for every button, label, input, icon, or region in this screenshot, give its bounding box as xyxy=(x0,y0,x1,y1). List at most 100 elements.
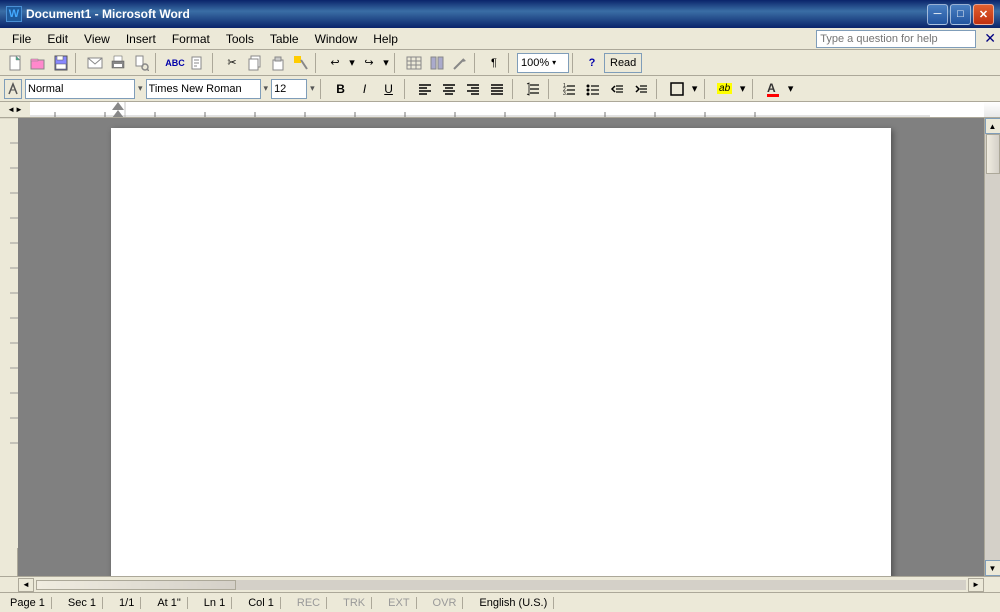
formatting-toolbar: Normal Heading 1 Heading 2 ▾ Times New R… xyxy=(0,76,1000,102)
fmt-sep-1 xyxy=(320,79,326,99)
align-right-button[interactable] xyxy=(462,78,484,100)
borders-button[interactable] xyxy=(666,78,688,100)
toolbar-separator xyxy=(75,53,81,73)
status-col: Col 1 xyxy=(242,597,281,609)
menu-table[interactable]: Table xyxy=(262,29,307,49)
paste-button[interactable] xyxy=(267,52,289,74)
window-controls: ─ □ ✕ xyxy=(927,4,994,25)
increase-indent-button[interactable] xyxy=(630,78,652,100)
ruler: ◄► xyxy=(0,102,1000,118)
bold-button[interactable]: B xyxy=(330,78,352,100)
fmt-sep-7 xyxy=(752,79,758,99)
status-section: Sec 1 xyxy=(62,597,103,609)
bullets-button[interactable] xyxy=(582,78,604,100)
document-area: ▲ ▼ xyxy=(0,118,1000,576)
help-close-button[interactable]: ✕ xyxy=(984,30,996,47)
scroll-track[interactable] xyxy=(985,134,1000,560)
font-size-select[interactable]: 12 10 14 16 xyxy=(271,79,307,99)
italic-button[interactable]: I xyxy=(354,78,376,100)
undo-dropdown-button[interactable]: ▾ xyxy=(347,52,357,74)
menu-file[interactable]: File xyxy=(4,29,39,49)
style-icon xyxy=(4,79,22,99)
help-search-input[interactable] xyxy=(816,30,976,48)
minimize-button[interactable]: ─ xyxy=(927,4,948,25)
horizontal-scrollbar[interactable]: ◄ ► xyxy=(18,577,984,592)
align-left-button[interactable] xyxy=(414,78,436,100)
print-button[interactable] xyxy=(107,52,129,74)
copy-button[interactable] xyxy=(244,52,266,74)
svg-text:A: A xyxy=(767,81,776,95)
fmt-sep-3 xyxy=(512,79,518,99)
menu-help[interactable]: Help xyxy=(365,29,406,49)
toolbar-separator-6 xyxy=(474,53,480,73)
hscroll-track[interactable] xyxy=(36,580,966,590)
open-button[interactable] xyxy=(27,52,49,74)
redo-dropdown-button[interactable]: ▾ xyxy=(381,52,391,74)
print-preview-button[interactable] xyxy=(130,52,152,74)
toolbar-separator-3 xyxy=(212,53,218,73)
highlight-dropdown-button[interactable]: ▾ xyxy=(738,78,748,100)
undo-button[interactable]: ↩ xyxy=(324,52,346,74)
scroll-thumb[interactable] xyxy=(986,134,1000,174)
columns-button[interactable] xyxy=(426,52,448,74)
borders-dropdown-button[interactable]: ▾ xyxy=(690,78,700,100)
menu-format[interactable]: Format xyxy=(164,29,218,49)
toolbar-separator-5 xyxy=(394,53,400,73)
highlight-button[interactable]: ab xyxy=(714,78,736,100)
numbering-button[interactable]: 1.2.3. xyxy=(558,78,580,100)
scroll-down-button[interactable]: ▼ xyxy=(985,560,1000,576)
save-button[interactable] xyxy=(50,52,72,74)
line-spacing-button[interactable] xyxy=(522,78,544,100)
email-button[interactable] xyxy=(84,52,106,74)
app-icon: W xyxy=(6,6,22,22)
new-button[interactable] xyxy=(4,52,26,74)
format-painter-button[interactable] xyxy=(290,52,312,74)
hscroll-right-corner xyxy=(984,577,1000,592)
vertical-scrollbar[interactable]: ▲ ▼ xyxy=(984,118,1000,576)
menu-bar: File Edit View Insert Format Tools Table… xyxy=(0,28,1000,50)
read-button[interactable]: Read xyxy=(604,53,642,73)
status-ovr: OVR xyxy=(427,597,464,609)
menu-window[interactable]: Window xyxy=(307,29,366,49)
vertical-ruler xyxy=(0,118,18,576)
status-ext: EXT xyxy=(382,597,416,609)
hscroll-thumb[interactable] xyxy=(36,580,236,590)
fmt-sep-5 xyxy=(656,79,662,99)
drawing-toolbar-button[interactable] xyxy=(449,52,471,74)
font-color-dropdown-button[interactable]: ▾ xyxy=(786,78,796,100)
decrease-indent-button[interactable] xyxy=(606,78,628,100)
show-hide-button[interactable]: ¶ xyxy=(483,52,505,74)
font-select[interactable]: Times New Roman Arial Calibri xyxy=(146,79,261,99)
document-page[interactable] xyxy=(111,128,891,576)
help-button[interactable]: ? xyxy=(581,52,603,74)
toolbar-separator-4 xyxy=(315,53,321,73)
justify-button[interactable] xyxy=(486,78,508,100)
menu-edit[interactable]: Edit xyxy=(39,29,76,49)
paragraph-style-select[interactable]: Normal Heading 1 Heading 2 xyxy=(25,79,135,99)
research-button[interactable] xyxy=(187,52,209,74)
page-container xyxy=(18,118,984,576)
maximize-button[interactable]: □ xyxy=(950,4,971,25)
ruler-left-margin: ◄► xyxy=(0,102,30,117)
standard-toolbar: ABC ✂ ↩ ▾ ↪ ▾ ¶ 100% ▾ ? Read xyxy=(0,50,1000,76)
font-color-button[interactable]: A xyxy=(762,78,784,100)
svg-text:3.: 3. xyxy=(563,91,567,96)
status-rec: REC xyxy=(291,597,327,609)
menu-insert[interactable]: Insert xyxy=(118,29,164,49)
close-button[interactable]: ✕ xyxy=(973,4,994,25)
menu-tools[interactable]: Tools xyxy=(218,29,262,49)
underline-button[interactable]: U xyxy=(378,78,400,100)
align-center-button[interactable] xyxy=(438,78,460,100)
cut-button[interactable]: ✂ xyxy=(221,52,243,74)
zoom-control[interactable]: 100% ▾ xyxy=(517,53,569,73)
spell-check-button[interactable]: ABC xyxy=(164,52,186,74)
fmt-sep-2 xyxy=(404,79,410,99)
read-label: Read xyxy=(610,57,636,69)
redo-button[interactable]: ↪ xyxy=(358,52,380,74)
menu-view[interactable]: View xyxy=(76,29,118,49)
hscroll-right-button[interactable]: ► xyxy=(968,578,984,592)
hscroll-left-button[interactable]: ◄ xyxy=(18,578,34,592)
ruler-body[interactable] xyxy=(30,102,984,117)
scroll-up-button[interactable]: ▲ xyxy=(985,118,1000,134)
insert-table-button[interactable] xyxy=(403,52,425,74)
